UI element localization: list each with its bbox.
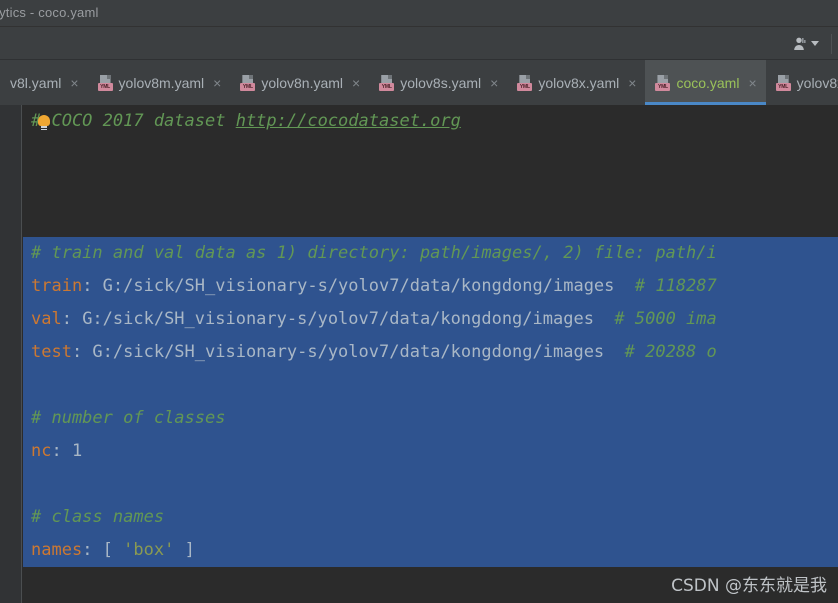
tab-close-icon[interactable]: ×: [213, 76, 221, 90]
code-token-value: : G:/sick/SH_visionary-s/yolov7/data/kon…: [71, 342, 625, 362]
code-token-value: : 1: [51, 441, 83, 461]
code-editor[interactable]: # COCO 2017 dataset http://cocodataset.o…: [0, 105, 838, 603]
tab-yolov8n-yaml[interactable]: YML yolov8n.yaml ×: [230, 60, 369, 105]
yml-file-icon: YML: [517, 74, 533, 91]
lightbulb-icon[interactable]: [38, 115, 51, 131]
yml-file-icon: YML: [655, 74, 671, 91]
editor-gutter[interactable]: [0, 105, 22, 603]
code-token-comment: # 118287: [634, 276, 717, 296]
yml-file-icon: YML: [379, 74, 395, 91]
code-token-key: test: [31, 342, 72, 362]
code-line[interactable]: [23, 171, 838, 204]
tab-label: yolov8x.yaml: [538, 74, 620, 91]
tab-label: yolov8x6.yaml: [796, 74, 838, 91]
tab-close-icon[interactable]: ×: [748, 76, 756, 90]
tab-label: coco.yaml: [676, 74, 740, 91]
user-icon[interactable]: [792, 36, 808, 52]
ide-window: lytics - coco.yaml v8l.yaml × YML yolov8m.y…: [0, 0, 838, 603]
code-line[interactable]: test: G:/sick/SH_visionary-s/yolov7/data…: [23, 336, 838, 369]
code-line[interactable]: [23, 369, 838, 402]
code-token-key: nc: [31, 441, 52, 461]
chevron-down-icon[interactable]: [811, 41, 819, 46]
lightbulb-base-2: [41, 128, 47, 130]
tab-close-icon[interactable]: ×: [628, 76, 636, 90]
code-token-comment: # COCO 2017 dataset: [31, 111, 236, 131]
code-content[interactable]: # COCO 2017 dataset http://cocodataset.o…: [23, 105, 838, 603]
window-title: lytics - coco.yaml: [0, 5, 99, 20]
code-line[interactable]: names: [ 'box' ]: [23, 534, 838, 567]
tab-close-icon[interactable]: ×: [70, 76, 78, 90]
code-token-key: val: [31, 309, 62, 329]
tab-yolov8x-yaml[interactable]: YML yolov8x.yaml ×: [507, 60, 645, 105]
tab-close-icon[interactable]: ×: [352, 76, 360, 90]
tab-yolov8m-yaml[interactable]: YML yolov8m.yaml ×: [88, 60, 231, 105]
main-toolbar: [0, 27, 838, 60]
editor-tab-bar[interactable]: v8l.yaml × YML yolov8m.yaml × YML yolov8n.yaml…: [0, 60, 838, 105]
code-line[interactable]: # train and val data as 1) directory: pa…: [23, 237, 838, 270]
tab-v8l-yaml[interactable]: v8l.yaml ×: [0, 60, 88, 105]
yml-file-icon: YML: [240, 74, 256, 91]
tab-label: v8l.yaml: [10, 74, 62, 91]
code-token-comment: # number of classes: [31, 408, 226, 428]
lightbulb-base-1: [41, 126, 47, 128]
code-line[interactable]: # number of classes: [23, 402, 838, 435]
code-token-comment: # class names: [31, 507, 165, 527]
code-line[interactable]: # COCO 2017 dataset http://cocodataset.o…: [23, 105, 838, 138]
yml-file-icon: YML: [775, 74, 791, 91]
csdn-watermark: CSDN @东东就是我: [671, 576, 827, 596]
code-token-value: : G:/sick/SH_visionary-s/yolov7/data/kon…: [61, 309, 615, 329]
code-token-comment: # 20288 o: [624, 342, 717, 362]
code-line[interactable]: [23, 138, 838, 171]
tab-close-icon[interactable]: ×: [490, 76, 498, 90]
code-line[interactable]: train: G:/sick/SH_visionary-s/yolov7/dat…: [23, 270, 838, 303]
tab-label: yolov8s.yaml: [400, 74, 482, 91]
toolbar-right-group: [792, 27, 832, 60]
code-token-key: train: [31, 276, 83, 296]
tab-label: yolov8n.yaml: [261, 74, 344, 91]
code-token-comment: # 5000 ima: [614, 309, 717, 329]
code-token-string: 'box': [123, 540, 175, 560]
tab-yolov8s-yaml[interactable]: YML yolov8s.yaml ×: [369, 60, 507, 105]
title-bar: lytics - coco.yaml: [0, 0, 838, 27]
tab-yolov8x6-yaml[interactable]: YMLyolov8x6.yaml×: [766, 60, 838, 105]
code-line[interactable]: val: G:/sick/SH_visionary-s/yolov7/data/…: [23, 303, 838, 336]
code-line[interactable]: # class names: [23, 501, 838, 534]
yml-file-icon: YML: [97, 74, 113, 91]
code-token-link: http://cocodataset.org: [235, 111, 461, 131]
code-token-value: ]: [174, 540, 195, 560]
tab-coco-yaml[interactable]: YML coco.yaml ×: [645, 60, 766, 105]
code-token-value: : [: [82, 540, 124, 560]
code-token-key: names: [31, 540, 83, 560]
lightbulb-glass: [38, 115, 50, 126]
tab-label: yolov8m.yaml: [118, 74, 205, 91]
toolbar-separator: [831, 33, 832, 54]
code-line[interactable]: [23, 204, 838, 237]
code-line[interactable]: nc: 1: [23, 435, 838, 468]
code-line[interactable]: [23, 468, 838, 501]
code-token-value: : G:/sick/SH_visionary-s/yolov7/data/kon…: [82, 276, 635, 296]
code-token-comment: # train and val data as 1) directory: pa…: [31, 243, 717, 263]
